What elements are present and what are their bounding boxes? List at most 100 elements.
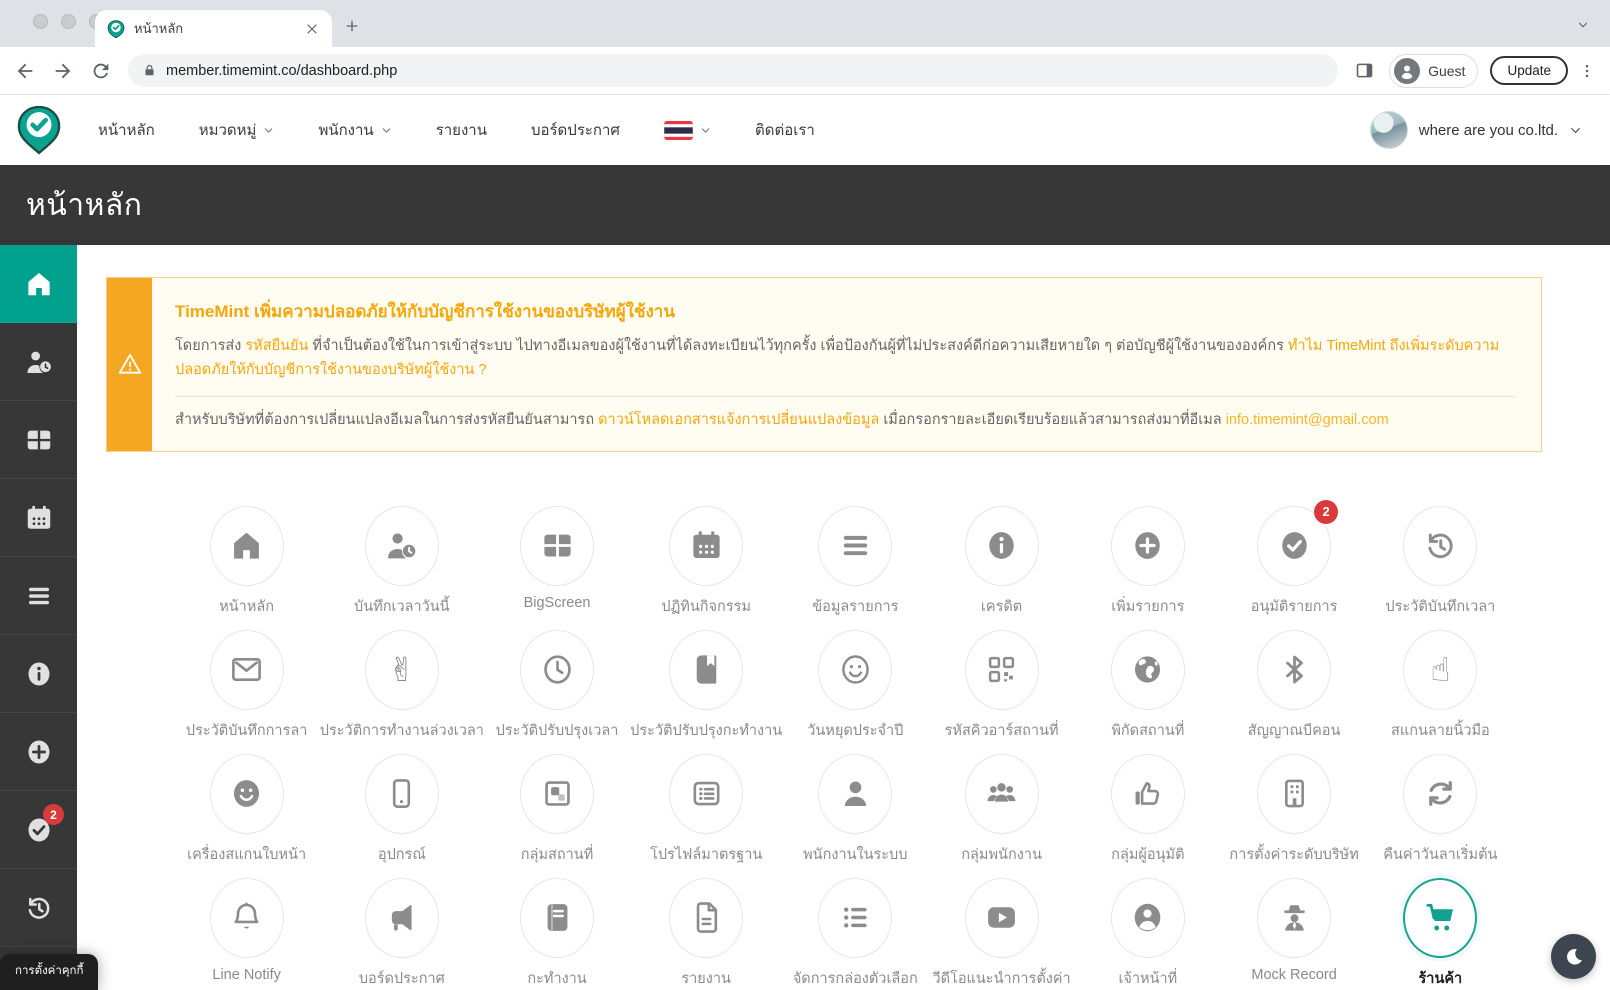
app-grid-item-point-hand[interactable]: ☝ สแกนลายนิ้วมือ	[1367, 629, 1513, 742]
url-bar[interactable]: member.timemint.co/dashboard.php	[128, 54, 1339, 87]
side-panel-icon[interactable]	[1354, 60, 1375, 81]
nav-item-employees[interactable]: พนักงาน	[318, 118, 391, 142]
timemint-logo-icon[interactable]	[16, 104, 62, 156]
dark-mode-toggle[interactable]	[1551, 934, 1596, 979]
app-grid-item-label: ข้อมูลรายการ	[812, 598, 899, 615]
app-grid-item-label: อนุมัติรายการ	[1250, 598, 1338, 615]
app-grid-item-spy[interactable]: Mock Record	[1221, 877, 1367, 990]
language-selector[interactable]	[664, 120, 711, 140]
app-grid-item-label: กลุ่มพนักงาน	[961, 846, 1042, 863]
new-tab-icon[interactable]	[344, 18, 360, 34]
app-grid-item-globe[interactable]: พิกัดสถานที่	[1075, 629, 1221, 742]
app-grid-item-cart[interactable]: ร้านค้า	[1367, 877, 1513, 990]
app-grid-item-building[interactable]: การตั้งค่าระดับบริษัท	[1221, 753, 1367, 866]
user-clock-icon	[364, 505, 439, 586]
app-grid-item-smile-filled[interactable]: เครื่องสแกนใบหน้า	[174, 753, 320, 866]
app-grid-item-profile-card[interactable]: โปรไฟล์มาตรฐาน	[630, 753, 782, 866]
app-grid-item-envelope[interactable]: ประวัติบันทึกการลา	[174, 629, 320, 742]
list-ul-icon	[818, 877, 893, 958]
sidebar-item-menu[interactable]	[0, 557, 77, 635]
app-grid-item-megaphone[interactable]: บอร์ดประกาศ	[320, 877, 484, 990]
sidebar-item-user-clock[interactable]	[0, 323, 77, 401]
point-hand-icon: ☝	[1403, 629, 1478, 710]
app-grid-item-smile[interactable]: วันหยุดประจำปี	[782, 629, 928, 742]
app-grid-item-qr-code[interactable]: รหัสคิวอาร์สถานที่	[928, 629, 1074, 742]
profile-chip[interactable]: Guest	[1389, 53, 1479, 88]
app-grid-item-user-clock[interactable]: บันทึกเวลาวันนี้	[320, 505, 484, 618]
tab-search-chevron-icon[interactable]	[1576, 18, 1590, 32]
app-grid-item-journal[interactable]: กะทำงาน	[484, 877, 630, 990]
grid-icon	[520, 505, 595, 586]
app-grid-item-history[interactable]: ประวัติบันทึกเวลา	[1367, 505, 1513, 618]
browser-tab-strip: หน้าหลัก	[0, 0, 1610, 47]
sidebar-item-check-filled[interactable]: 2	[0, 791, 77, 869]
app-grid-item-label: Mock Record	[1251, 966, 1337, 983]
app-grid-item-book[interactable]: ประวัติปรับปรุงกะทำงาน	[630, 629, 782, 742]
sidebar-item-home[interactable]	[0, 245, 77, 323]
app-grid-item-label: ประวัติบันทึกเวลา	[1385, 598, 1496, 615]
app-grid-item-people[interactable]: กลุ่มพนักงาน	[928, 753, 1074, 866]
window-controls[interactable]	[33, 14, 104, 29]
chevron-down-icon	[265, 127, 273, 133]
app-grid-item-bluetooth[interactable]: สัญญาณบีคอน	[1221, 629, 1367, 742]
app-grid-item-menu[interactable]: ข้อมูลรายการ	[782, 505, 928, 618]
tab-favicon-icon	[107, 19, 125, 38]
home-icon	[24, 269, 54, 299]
bell-icon	[209, 877, 284, 958]
person-circle-icon	[1110, 877, 1185, 958]
app-grid-item-label: พิกัดสถานที่	[1111, 722, 1185, 739]
app-grid-item-person-circle[interactable]: เจ้าหน้าที่	[1075, 877, 1221, 990]
app-grid-item-phone[interactable]: อุปกรณ์	[320, 753, 484, 866]
app-grid-item-label: เจ้าหน้าที่	[1118, 970, 1178, 987]
company-menu[interactable]: where are you co.ltd.	[1369, 111, 1582, 149]
app-grid-item-bell[interactable]: Line Notify	[174, 877, 320, 990]
app-grid-item-check-filled[interactable]: 2 อนุมัติรายการ	[1221, 499, 1367, 618]
app-grid-item-grid[interactable]: BigScreen	[484, 505, 630, 618]
browser-menu-icon[interactable]	[1578, 62, 1596, 80]
back-icon[interactable]	[14, 60, 36, 82]
journal-icon	[520, 877, 595, 958]
tab-close-icon[interactable]	[304, 21, 320, 37]
app-grid-item-calendar[interactable]: ปฏิทินกิจกรรม	[630, 505, 782, 618]
reload-icon[interactable]	[90, 60, 112, 82]
app-grid-item-refresh[interactable]: คืนค่าวันลาเริ่มต้น	[1367, 753, 1513, 866]
app-grid-item-label: กะทำงาน	[527, 970, 587, 987]
nav-item-categories[interactable]: หมวดหมู่	[199, 118, 275, 142]
nav-item-board[interactable]: บอร์ดประกาศ	[531, 118, 620, 142]
sidebar-item-plus-filled[interactable]	[0, 713, 77, 791]
app-grid-item-info-filled[interactable]: เครดิต	[928, 505, 1074, 618]
sidebar-item-info-filled[interactable]	[0, 635, 77, 713]
app-grid-item-thumb-up[interactable]: กลุ่มผู้อนุมัติ	[1075, 753, 1221, 866]
sidebar-item-calendar[interactable]	[0, 479, 77, 557]
sidebar-item-grid[interactable]	[0, 401, 77, 479]
app-grid-item-home[interactable]: หน้าหลัก	[174, 505, 320, 618]
app-grid-item-frame[interactable]: กลุ่มสถานที่	[484, 753, 630, 866]
nav-item-home[interactable]: หน้าหลัก	[98, 118, 155, 142]
lock-icon	[145, 64, 154, 76]
victory-hand-icon: ✌	[364, 629, 439, 710]
menu-icon	[818, 505, 893, 586]
browser-tab[interactable]: หน้าหลัก	[95, 10, 332, 47]
sidebar-item-history[interactable]	[0, 869, 77, 947]
nav-item-contact[interactable]: ติดต่อเรา	[755, 118, 815, 142]
envelope-icon	[209, 629, 284, 710]
app-grid-item-plus-filled[interactable]: เพิ่มรายการ	[1075, 505, 1221, 618]
cookie-settings-button[interactable]: การตั้งค่าคุกกี้	[0, 954, 99, 990]
app-grid-item-label: ประวัติการทำงานล่วงเวลา	[319, 722, 484, 739]
app-grid-item-victory-hand[interactable]: ✌ ประวัติการทำงานล่วงเวลา	[319, 629, 484, 742]
update-button[interactable]: Update	[1490, 56, 1568, 85]
app-grid-item-label: จัดการกล่องตัวเลือก	[792, 970, 918, 987]
app-grid-item-list-ul[interactable]: จัดการกล่องตัวเลือก	[782, 877, 928, 990]
app-grid-item-person[interactable]: พนักงานในระบบ	[782, 753, 928, 866]
app-grid-item-label: กลุ่มสถานที่	[520, 846, 594, 863]
chevron-down-icon	[382, 127, 390, 133]
app-grid-item-label: อุปกรณ์	[377, 846, 426, 863]
app-grid-item-file-doc[interactable]: รายงาน	[630, 877, 782, 990]
app-grid-item-label: เพิ่มรายการ	[1111, 598, 1185, 615]
forward-icon[interactable]	[52, 60, 74, 82]
profile-avatar-icon	[1394, 57, 1421, 84]
app-grid-item-clock[interactable]: ประวัติปรับปรุงเวลา	[484, 629, 630, 742]
app-grid-item-play[interactable]: วีดีโอแนะนำการตั้งค่า	[928, 877, 1074, 990]
nav-item-reports[interactable]: รายงาน	[436, 118, 487, 142]
person-icon	[818, 753, 893, 834]
